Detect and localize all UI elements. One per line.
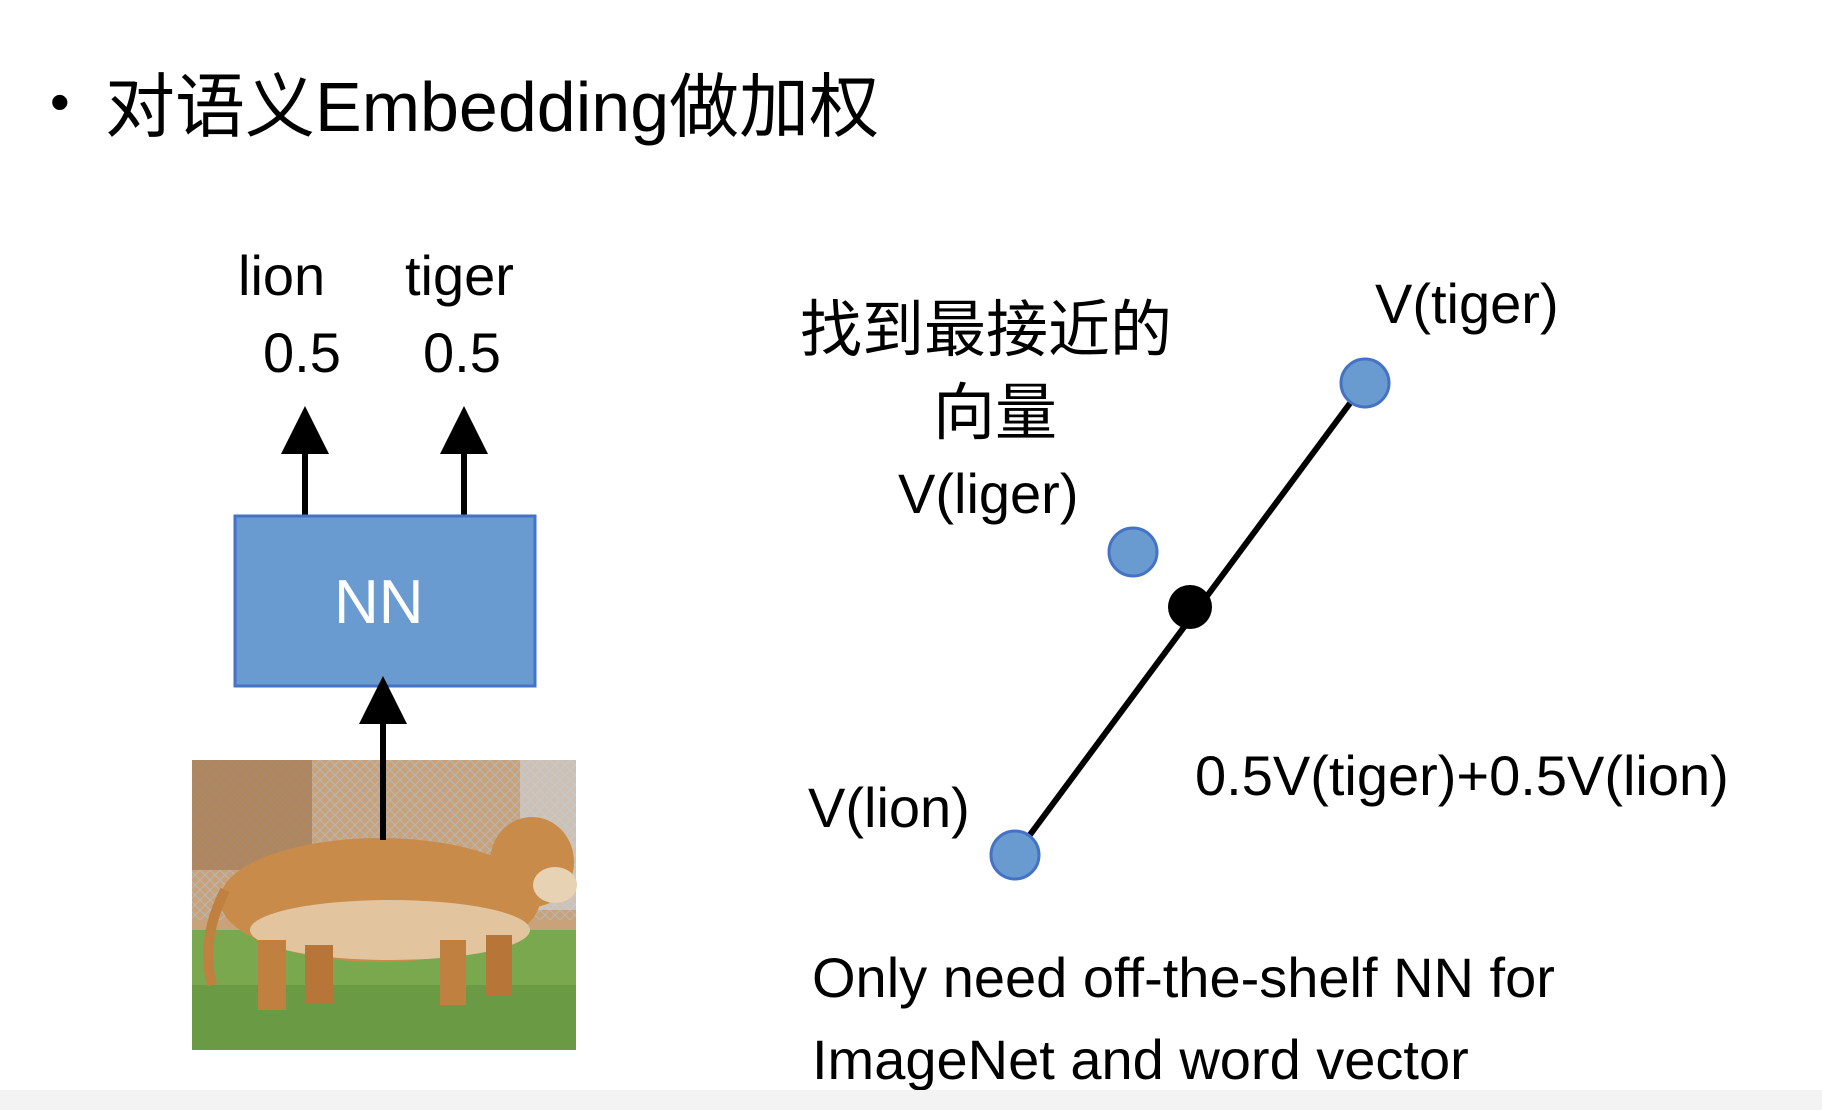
nearest-vector-note-line2: 向量 [933, 379, 1058, 448]
bottom-band [0, 1090, 1822, 1110]
caption-line2: ImageNet and word vector [812, 1028, 1469, 1091]
label-v-lion: V(lion) [808, 776, 970, 839]
diagram-canvas [192, 357, 1391, 1050]
point-liger [1107, 526, 1159, 578]
caption-line1: Only need off-the-shelf NN for [812, 946, 1555, 1009]
point-lion [989, 829, 1041, 881]
point-midpoint [1168, 585, 1212, 629]
label-weighted-sum: 0.5V(tiger)+0.5V(lion) [1195, 744, 1729, 807]
point-tiger [1339, 357, 1391, 409]
label-v-tiger: V(tiger) [1375, 272, 1559, 335]
nearest-vector-note-line1: 找到最接近的 [800, 296, 1173, 365]
label-v-liger: V(liger) [898, 462, 1079, 525]
nn-label: NN [334, 568, 424, 637]
